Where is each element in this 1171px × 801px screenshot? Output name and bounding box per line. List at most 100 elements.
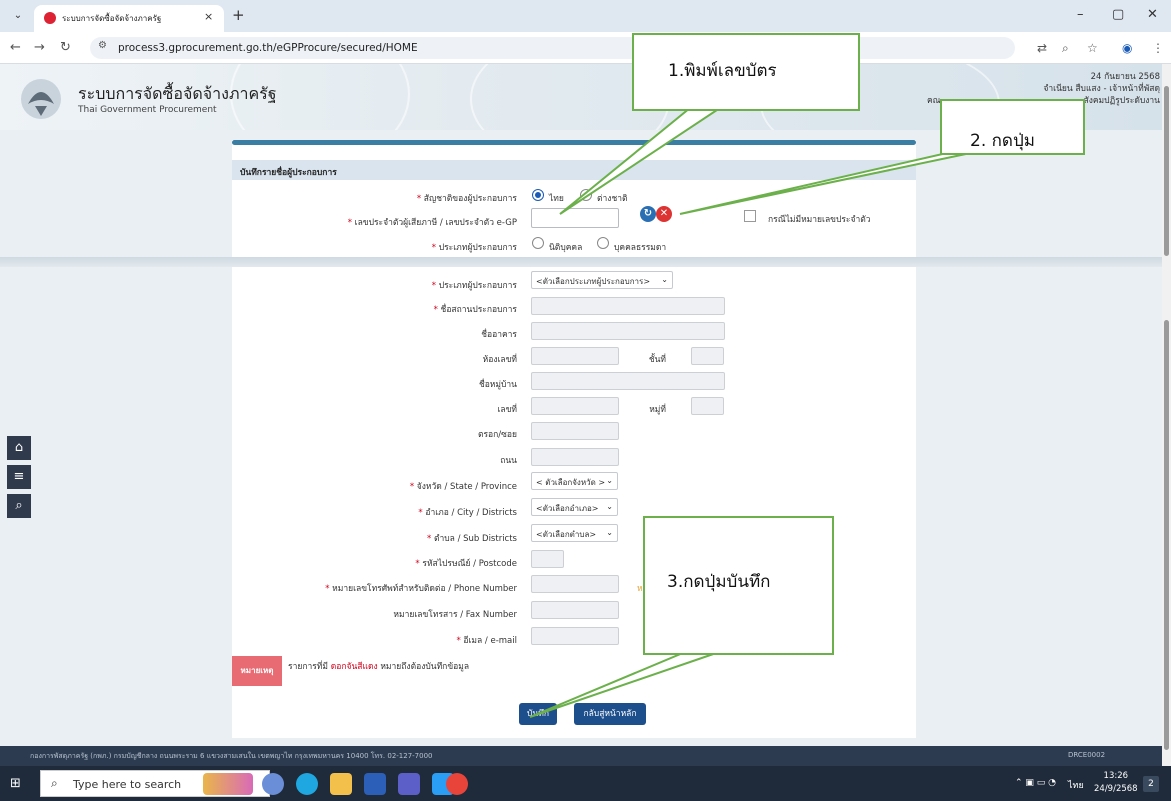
back-icon[interactable]: ←	[10, 40, 21, 55]
header-org-prefix: คณ	[927, 96, 941, 106]
type-select[interactable]: <ตัวเลือกประเภทผู้ประกอบการ> ⌄	[531, 271, 673, 289]
phone-input[interactable]	[531, 575, 619, 593]
browser-tab-bar: ⌄ ระบบการจัดซื้อจัดจ้างภาครัฐ × + – ▢ ✕	[0, 0, 1171, 32]
copilot-icon[interactable]	[262, 773, 284, 795]
village-input[interactable]	[531, 372, 725, 390]
minimize-icon[interactable]: –	[1077, 7, 1084, 22]
news-widget-icon[interactable]	[203, 773, 253, 795]
panel-top-bar	[232, 140, 916, 145]
clock-time: 13:26	[1103, 771, 1129, 781]
callout-step-1: 1.พิมพ์เลขบัตร	[632, 33, 860, 111]
clear-icon[interactable]: ✕	[656, 206, 672, 222]
garuda-logo-icon	[21, 79, 61, 119]
home-icon[interactable]: ⌂	[7, 436, 31, 460]
room-label: ห้องเลขที่	[482, 355, 517, 365]
browser-tab[interactable]: ระบบการจัดซื้อจัดจ้างภาครัฐ ×	[34, 5, 224, 32]
windows-start-icon[interactable]: ⊞	[10, 776, 21, 791]
business-name-label: * ชื่อสถานประกอบการ	[433, 305, 517, 315]
url-field[interactable]: ⚙ process3.gprocurement.go.th/eGPProcure…	[90, 37, 1015, 59]
site-footer: กองการพัสดุภาครัฐ (กพภ.) กรมบัญชีกลาง ถน…	[0, 746, 1162, 766]
zoom-icon[interactable]: ⌕	[1062, 41, 1069, 56]
business-name-input[interactable]	[531, 297, 725, 315]
form-header-title: บันทึกรายชื่อผู้ประกอบการ	[240, 168, 337, 178]
road-label: ถนน	[500, 456, 517, 466]
postcode-input[interactable]	[531, 550, 564, 568]
type-radio-label: * ประเภทผู้ประกอบการ	[431, 243, 517, 253]
tab-close-icon[interactable]: ×	[204, 10, 213, 23]
type-individual-radio[interactable]	[597, 237, 609, 249]
address-bar: ← → ↻ ⚙ process3.gprocurement.go.th/eGPP…	[0, 32, 1171, 64]
floor-input[interactable]	[691, 347, 724, 365]
windows-taskbar: ⊞ ⌕ Type here to search ⌃ ▣ ▭ ◔ ไทย 13:2…	[0, 766, 1171, 801]
province-select[interactable]: < ตัวเลือกจังหวัด > ⌄	[531, 472, 618, 490]
site-info-icon[interactable]: ⚙	[98, 40, 107, 51]
phone-hint: ห	[637, 584, 643, 594]
fax-input[interactable]	[531, 601, 619, 619]
teams-icon[interactable]	[398, 773, 420, 795]
back-home-button[interactable]: กลับสู่หน้าหลัก	[574, 703, 646, 725]
translate-icon[interactable]: ⇄	[1037, 41, 1047, 55]
road-input[interactable]	[531, 448, 619, 466]
type-individual-label: บุคคลธรรมดา	[614, 243, 667, 253]
floor-label: ชั้นที่	[648, 355, 666, 365]
no-taxid-checkbox[interactable]	[744, 210, 756, 222]
header-org: สังคมปฏิรูประดับงาน	[1083, 96, 1160, 106]
building-label: ชื่ออาคาร	[481, 330, 517, 340]
email-label: * อีเมล / e-mail	[456, 636, 517, 646]
page-scrollbar[interactable]	[1162, 64, 1171, 766]
window-close-icon[interactable]: ✕	[1147, 7, 1158, 22]
callout-step-3-text: 3.กดปุ่มบันทึก	[667, 572, 771, 592]
type-juristic-radio[interactable]	[532, 237, 544, 249]
taskbar-search-placeholder: Type here to search	[73, 778, 182, 791]
language-indicator[interactable]: ไทย	[1068, 778, 1084, 792]
footer-text: กองการพัสดุภาครัฐ (กพภ.) กรมบัญชีกลาง ถน…	[30, 752, 433, 760]
scrollbar-thumb[interactable]	[1164, 86, 1169, 256]
reload-icon[interactable]: ↻	[60, 40, 71, 55]
chevron-down-icon: ⌄	[606, 528, 613, 537]
forward-icon[interactable]: →	[34, 40, 45, 55]
edge-icon[interactable]	[296, 773, 318, 795]
note-tag: หมายเหตุ	[232, 656, 282, 686]
village-label: ชื่อหมู่บ้าน	[478, 380, 517, 390]
moo-input[interactable]	[691, 397, 724, 415]
callout-step-3: 3.กดปุ่มบันทึก	[643, 516, 834, 655]
save-button[interactable]: บันทึก	[519, 703, 557, 725]
scrollbar-thumb[interactable]	[1164, 320, 1169, 750]
tab-title: ระบบการจัดซื้อจัดจ้างภาครัฐ	[62, 14, 162, 23]
type-select-label: * ประเภทผู้ประกอบการ	[431, 281, 517, 291]
soi-input[interactable]	[531, 422, 619, 440]
email-input[interactable]	[531, 627, 619, 645]
restore-icon[interactable]: ▢	[1112, 7, 1124, 22]
menu-icon[interactable]: ≡	[7, 465, 31, 489]
house-no-input[interactable]	[531, 397, 619, 415]
house-no-label: เลขที่	[497, 405, 517, 415]
fax-label: หมายเลขโทรสาร / Fax Number	[393, 610, 517, 620]
chevron-down-icon: ⌄	[606, 476, 613, 485]
building-input[interactable]	[531, 322, 725, 340]
tray-icons[interactable]: ⌃ ▣ ▭ ◔	[1015, 778, 1056, 788]
nationality-thai-radio[interactable]	[532, 189, 544, 201]
browser-menu-icon[interactable]: ⋮	[1152, 41, 1164, 55]
file-explorer-icon[interactable]	[330, 773, 352, 795]
bookmark-star-icon[interactable]: ☆	[1087, 41, 1098, 55]
tab-search-icon[interactable]: ⌄	[8, 7, 28, 25]
chrome-icon[interactable]	[446, 773, 468, 795]
taxid-input[interactable]	[531, 208, 619, 228]
room-input[interactable]	[531, 347, 619, 365]
callout-step-2: 2. กดปุ่ม	[940, 99, 1085, 155]
new-tab-icon[interactable]: +	[232, 6, 245, 24]
site-subtitle: Thai Government Procurement	[78, 105, 217, 115]
nationality-foreign-radio[interactable]	[580, 189, 592, 201]
chevron-down-icon: ⌄	[606, 502, 613, 511]
search-refresh-icon[interactable]: ↻	[640, 206, 656, 222]
subdistrict-select[interactable]: <ตัวเลือกตำบล> ⌄	[531, 524, 618, 542]
profile-icon[interactable]: ◉	[1122, 41, 1132, 55]
district-select[interactable]: <ตัวเลือกอำเภอ> ⌄	[531, 498, 618, 516]
taskbar-clock[interactable]: 13:26 24/9/2568	[1094, 770, 1138, 796]
notification-icon[interactable]: 2	[1143, 776, 1159, 792]
callout-step-2-text: 2. กดปุ่ม	[970, 131, 1035, 151]
no-taxid-label: กรณีไม่มีหมายเลขประจำตัว	[768, 215, 871, 225]
word-icon[interactable]	[364, 773, 386, 795]
nationality-foreign-label: ต่างชาติ	[597, 194, 628, 204]
search-icon[interactable]: ⌕	[7, 494, 31, 518]
